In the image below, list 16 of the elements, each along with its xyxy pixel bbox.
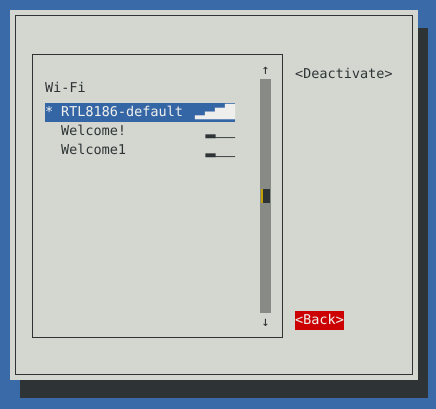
scrollbar-thumb[interactable]	[261, 189, 270, 203]
signal-strength: ▂___	[206, 142, 235, 160]
list-title: Wi-Fi	[45, 79, 86, 98]
dialog-button[interactable]: <Deactivate>	[295, 65, 393, 84]
network-row[interactable]: Welcome! ▂___	[45, 122, 235, 141]
network-name: RTL8186-default	[61, 103, 184, 122]
scroll-down-arrow[interactable]: ↓	[261, 313, 270, 331]
signal-strength: ▂▄▆█	[195, 103, 235, 122]
network-row[interactable]: * RTL8186-default ▂▄▆█	[45, 103, 235, 122]
active-marker: *	[45, 103, 54, 122]
scroll-up-arrow[interactable]: ↑	[261, 61, 270, 79]
network-row[interactable]: Welcome1 ▂___	[45, 141, 235, 160]
signal-strength: ▂___	[206, 123, 235, 141]
dialog-button[interactable]: <Back>	[295, 311, 344, 330]
network-name: Welcome!	[61, 122, 128, 141]
network-name: Welcome1	[61, 141, 128, 160]
